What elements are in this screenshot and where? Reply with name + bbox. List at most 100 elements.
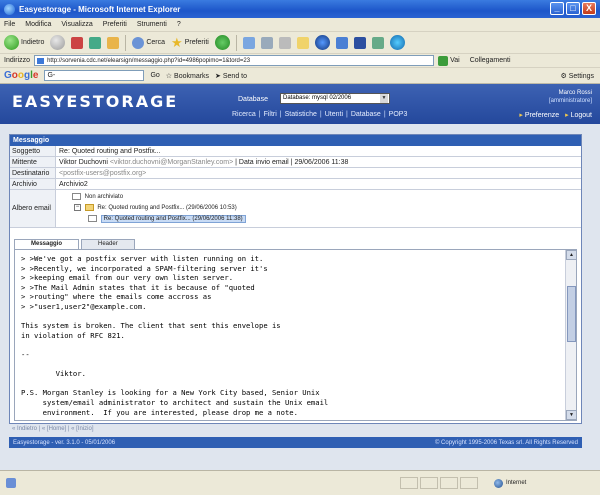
- message-line: system/email administrator to architect …: [21, 397, 329, 407]
- address-bar: Indirizzo http://sorvenia.cdc.net/elears…: [0, 54, 600, 68]
- nav-database[interactable]: Database: [351, 111, 381, 118]
- nav-ricerca[interactable]: Ricerca: [232, 111, 256, 118]
- word-icon[interactable]: [353, 36, 366, 49]
- menu-file[interactable]: File: [4, 21, 15, 28]
- menu-strumenti[interactable]: Strumenti: [137, 21, 167, 28]
- google-search-input[interactable]: G-: [44, 70, 145, 81]
- message-line: P.S. Morgan Stanley is looking for a New…: [21, 388, 320, 398]
- version-text: Easyestorage - ver. 3.1.0 - 05/01/2006: [13, 439, 116, 446]
- document-icon: [72, 192, 81, 200]
- menu-bar: File Modifica Visualizza Preferiti Strum…: [0, 18, 600, 32]
- message-line: > >We've got a postfix server with liste…: [21, 254, 264, 263]
- collapse-icon[interactable]: −: [74, 203, 81, 211]
- google-toolbar: Google G- Go ☆ Bookmarks ➤ Send to ⚙ Set…: [0, 68, 600, 84]
- bookmarks-button[interactable]: ☆ Bookmarks: [166, 72, 209, 80]
- message-tabs: Messaggio Header: [14, 239, 137, 249]
- links-label[interactable]: Collegamenti: [470, 57, 511, 64]
- window-titlebar: Easyestorage - Microsoft Internet Explor…: [0, 0, 600, 18]
- message-panel: Messaggio Soggetto Re: Quoted routing an…: [9, 134, 582, 424]
- tree-root[interactable]: Non archiviato: [70, 192, 123, 203]
- subject-value: Re: Quoted routing and Postfix...: [59, 148, 161, 155]
- nav-pop3[interactable]: POP3: [389, 111, 408, 118]
- page-status-icon: [6, 478, 16, 488]
- message-line: > >"user1,user2"@example.com.: [21, 301, 147, 311]
- back-label: Indietro: [21, 39, 45, 46]
- maximize-button[interactable]: □: [566, 2, 580, 15]
- recipient-value[interactable]: <postfix-users@postfix.org>: [56, 168, 581, 178]
- menu-visualizza[interactable]: Visualizza: [61, 21, 92, 28]
- refresh-icon[interactable]: [89, 36, 102, 49]
- folder-icon[interactable]: [296, 36, 309, 49]
- google-logo: Google: [4, 70, 39, 81]
- media-icon[interactable]: [214, 35, 230, 50]
- date-value: 29/06/2006 11:38: [294, 159, 349, 166]
- sender-label: Mittente: [10, 157, 56, 167]
- messenger-icon[interactable]: [314, 35, 330, 50]
- main-area: Messaggio Soggetto Re: Quoted routing an…: [0, 124, 600, 470]
- toolbar-separator: [125, 34, 127, 51]
- tree-item-selected[interactable]: Re: Quoted routing and Postfix... (29/06…: [86, 214, 246, 225]
- tree-item[interactable]: − Re: Quoted routing and Postfix... (29/…: [74, 203, 237, 214]
- preferences-link[interactable]: ▸ Preferenze: [519, 111, 559, 119]
- message-line: --: [21, 349, 30, 359]
- logout-icon: ▸: [565, 112, 569, 119]
- status-bar: Internet: [0, 470, 600, 495]
- vertical-scrollbar[interactable]: ▲ ▼: [565, 250, 576, 420]
- close-button[interactable]: X: [582, 2, 596, 15]
- browser-toolbar: Indietro Cerca ★ Preferiti: [0, 32, 600, 54]
- nav-filtri[interactable]: Filtri: [264, 111, 277, 118]
- scroll-up-icon[interactable]: ▲: [566, 250, 576, 260]
- settings-button[interactable]: ⚙ Settings: [560, 72, 594, 80]
- toolbar-separator: [235, 34, 237, 51]
- translate-icon[interactable]: [371, 36, 384, 49]
- message-line: in violation of RFC 821.: [21, 330, 125, 340]
- menu-preferiti[interactable]: Preferiti: [103, 21, 127, 28]
- menu-help[interactable]: ?: [177, 21, 181, 28]
- go-arrow-icon: [438, 55, 449, 66]
- favorites-label: Preferiti: [184, 39, 209, 46]
- message-line: [21, 340, 561, 350]
- message-line: > >keeping email from our very own liste…: [21, 273, 234, 283]
- mail-icon[interactable]: [260, 36, 273, 49]
- breadcrumb[interactable]: « Indietro | « [Home] | « [Inizio]: [12, 426, 94, 432]
- nav-utenti[interactable]: Utenti: [325, 111, 343, 118]
- logout-link[interactable]: ▸ Logout: [565, 111, 592, 119]
- search-icon: [132, 36, 145, 49]
- research-icon[interactable]: [335, 36, 348, 49]
- stop-icon[interactable]: [71, 36, 84, 49]
- messenger-2-icon[interactable]: [389, 35, 405, 50]
- search-label: Cerca: [146, 39, 166, 46]
- go-button[interactable]: Vai: [438, 55, 460, 66]
- google-go-button[interactable]: Go: [150, 72, 159, 79]
- tree-row: Albero email Non archiviato − Re: Quoted…: [10, 190, 581, 228]
- back-button[interactable]: Indietro: [4, 35, 44, 50]
- app-footer: Easyestorage - ver. 3.1.0 - 05/01/2006 ©…: [9, 437, 582, 448]
- subject-row: Soggetto Re: Quoted routing and Postfix.…: [10, 146, 581, 157]
- forward-icon[interactable]: [50, 35, 66, 50]
- home-icon[interactable]: [107, 36, 120, 49]
- scroll-down-icon[interactable]: ▼: [566, 410, 576, 420]
- tab-header[interactable]: Header: [81, 239, 135, 249]
- favorites-button[interactable]: ★ Preferiti: [171, 35, 209, 51]
- database-select[interactable]: Database: mysql 02/2006: [280, 93, 390, 104]
- app-header: EASYESTORAGE Database Database: mysql 02…: [0, 84, 600, 124]
- sender-row: Mittente Viktor Duchovni <viktor.duchovn…: [10, 157, 581, 168]
- message-line: > >Recently, we incorporated a SPAM-filt…: [21, 263, 268, 273]
- menu-modifica[interactable]: Modifica: [25, 21, 51, 28]
- tab-messaggio[interactable]: Messaggio: [14, 239, 80, 249]
- search-button[interactable]: Cerca: [132, 36, 166, 49]
- preferences-icon: ▸: [519, 112, 523, 119]
- minimize-button[interactable]: _: [550, 2, 564, 15]
- sender-email[interactable]: <viktor.duchovni@MorganStanley.com>: [110, 159, 233, 166]
- date-label: Data invio email: [238, 159, 289, 166]
- message-line: Viktor.: [21, 369, 86, 379]
- database-label: Database: [238, 96, 268, 103]
- message-line: [21, 379, 561, 389]
- print-icon[interactable]: [278, 36, 291, 49]
- address-label: Indirizzo: [4, 57, 31, 64]
- address-input[interactable]: http://sorvenia.cdc.net/elearsign/messag…: [34, 55, 435, 66]
- history-icon[interactable]: [242, 36, 255, 49]
- nav-statistiche[interactable]: Statistiche: [285, 111, 317, 118]
- scroll-thumb[interactable]: [567, 286, 576, 342]
- send-to-button[interactable]: ➤ Send to: [215, 72, 247, 80]
